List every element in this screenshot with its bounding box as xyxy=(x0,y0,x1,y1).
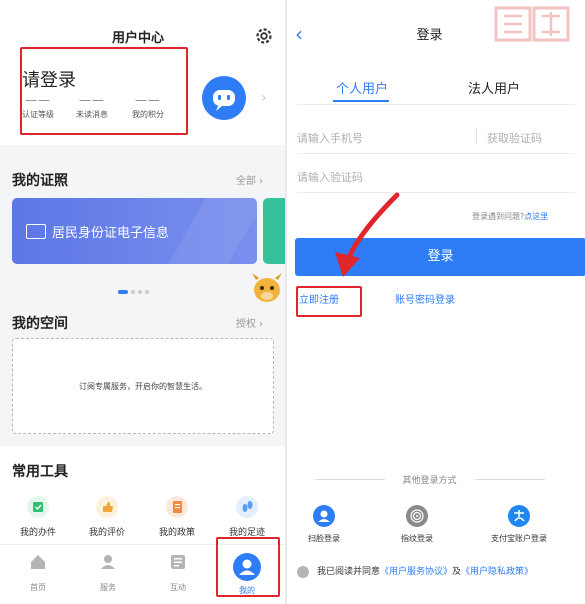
fingerprint-login-option[interactable]: 指纹登录 xyxy=(377,505,457,544)
card-stripe xyxy=(167,198,257,264)
home-icon xyxy=(31,555,45,569)
face-login-option[interactable]: 扫脸登录 xyxy=(287,505,364,544)
phone-input[interactable]: 请输入手机号 xyxy=(297,130,363,146)
service-agreement-link[interactable]: 《用户服务协议》 xyxy=(380,567,452,577)
tool-my-policies[interactable]: 我的政策 xyxy=(147,496,207,538)
tool-label: 我的政策 xyxy=(158,528,195,538)
password-login-link[interactable]: 账号密码登录 xyxy=(395,291,455,306)
problem-text: 登录遇到问题? xyxy=(472,212,525,221)
login-button[interactable]: 登录 xyxy=(295,238,585,276)
space-authorize-link[interactable]: 授权 › xyxy=(236,315,263,330)
tools-title: 常用工具 xyxy=(12,464,68,480)
robot-face-icon xyxy=(213,90,235,111)
space-title: 我的空间 xyxy=(12,316,68,332)
get-code-button[interactable]: 获取验证码 xyxy=(487,130,542,146)
tab-label: 互动 xyxy=(170,583,186,592)
register-highlight-box xyxy=(296,286,362,317)
gear-icon[interactable] xyxy=(254,26,274,46)
option-label: 支付宝账户登录 xyxy=(491,534,547,543)
id-card-label: 居民身份证电子信息 xyxy=(52,226,170,241)
id-card[interactable]: 居民身份证电子信息 xyxy=(12,198,257,264)
other-login-title: 其他登录方式 xyxy=(402,476,457,486)
fingerprint-icon xyxy=(406,505,428,527)
footprint-icon xyxy=(236,496,258,518)
alipay-icon xyxy=(508,505,530,527)
tab-label: 服务 xyxy=(100,583,116,592)
alipay-login-option[interactable]: 支付宝账户登录 xyxy=(479,505,559,544)
tab-services[interactable]: 服务 xyxy=(83,553,133,593)
code-underline xyxy=(297,192,575,193)
face-scan-icon xyxy=(313,505,335,527)
id-card-icon xyxy=(26,224,46,239)
input-separator xyxy=(476,129,477,143)
mascot-cow-icon xyxy=(252,273,282,302)
more-label: 全部 xyxy=(236,176,256,187)
tab-me-highlight-box xyxy=(216,537,280,597)
empty-message: 订阅专属服务，开启你的智慧生活。 xyxy=(79,382,207,391)
page-title: 用户中心 xyxy=(112,31,165,46)
tool-my-reviews[interactable]: 我的评价 xyxy=(77,496,137,538)
tab-personal-user[interactable]: 个人用户 xyxy=(336,78,388,97)
user-center-screen: 用户中心 请登录 —— 认证等级 —— 未读消息 —— 我的积分 › 我的证照 … xyxy=(0,0,285,604)
space-empty-box[interactable]: 订阅专属服务，开启你的智慧生活。 xyxy=(12,338,274,434)
document-icon xyxy=(166,496,188,518)
tabs-divider xyxy=(297,104,575,105)
tab-corporate-user[interactable]: 法人用户 xyxy=(468,78,520,97)
next-license-card[interactable] xyxy=(263,198,285,264)
more-label: 授权 xyxy=(236,319,256,330)
tool-label: 我的办件 xyxy=(19,528,56,538)
thumbs-up-icon xyxy=(96,496,118,518)
phone-underline xyxy=(297,153,575,154)
login-problem-link[interactable]: 登录遇到问题?点这里 xyxy=(472,211,548,222)
option-label: 扫脸登录 xyxy=(308,534,340,543)
privacy-policy-link[interactable]: 《用户隐私政策》 xyxy=(461,567,533,577)
tab-interaction[interactable]: 互动 xyxy=(153,553,203,593)
agree-checkbox[interactable] xyxy=(297,565,309,578)
agreement-row: 我已阅读并同意《用户服务协议》及《用户隐私政策》 xyxy=(297,564,533,578)
login-screen: ‹ 登录 个人用户 法人用户 请输入手机号 获取验证码 请输入验证码 登录遇到问… xyxy=(287,0,585,604)
agreement-prefix: 我已阅读并同意 xyxy=(317,567,381,577)
tab-label: 首页 xyxy=(30,583,46,592)
chevron-right-icon[interactable]: › xyxy=(261,90,267,106)
interaction-icon xyxy=(171,555,185,569)
avatar[interactable] xyxy=(202,76,246,120)
problem-link[interactable]: 点这里 xyxy=(524,212,548,221)
licenses-title: 我的证照 xyxy=(12,173,68,189)
tool-my-footprints[interactable]: 我的足迹 xyxy=(217,496,277,538)
tab-underline xyxy=(333,100,389,102)
watermark-seal-icon xyxy=(494,6,570,42)
tab-home[interactable]: 首页 xyxy=(13,553,63,593)
agreement-mid: 及 xyxy=(452,567,462,577)
licenses-more-link[interactable]: 全部 › xyxy=(236,172,263,187)
login-highlight-box xyxy=(20,47,188,135)
tool-my-cases[interactable]: 我的办件 xyxy=(8,496,68,538)
carousel-dots xyxy=(118,279,152,298)
option-label: 指纹登录 xyxy=(401,534,433,543)
calendar-check-icon xyxy=(27,496,49,518)
tool-label: 我的评价 xyxy=(88,528,125,538)
code-input[interactable]: 请输入验证码 xyxy=(297,169,363,185)
service-icon xyxy=(101,555,115,569)
